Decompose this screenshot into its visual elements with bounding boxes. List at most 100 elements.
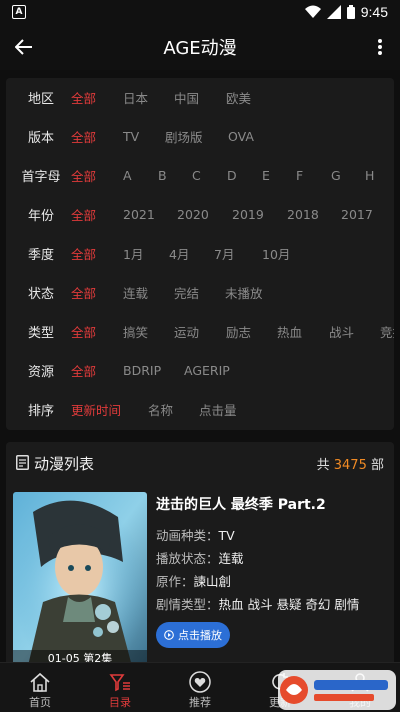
notification-a-icon: A [12, 5, 26, 19]
filter-label: 地区 [27, 92, 54, 107]
filter-list-icon [108, 671, 132, 693]
more-vertical-icon [378, 39, 382, 55]
signal-icon [326, 5, 341, 19]
filter-option[interactable]: OVA [228, 129, 254, 144]
filter-label: 季度 [27, 248, 54, 263]
filter-option[interactable]: 全部 [71, 166, 96, 185]
filter-option[interactable]: 励志 [226, 322, 251, 341]
filter-option[interactable]: 全部 [71, 88, 96, 107]
app-bar: AGE动漫 [0, 24, 400, 70]
play-button[interactable]: 点击播放 [156, 622, 230, 648]
filter-option[interactable]: A [123, 168, 132, 183]
filter-row: 状态 全部 连载 完结 未播放 [6, 273, 394, 312]
filter-option[interactable]: 全部 [71, 322, 96, 341]
filter-option[interactable]: H [365, 168, 374, 183]
filter-option[interactable]: 2020 [177, 207, 209, 222]
more-options-button[interactable] [370, 34, 390, 60]
filter-option[interactable]: B [158, 168, 167, 183]
filter-option[interactable]: 2018 [287, 207, 319, 222]
filter-row: 版本 全部 TV 剧场版 OVA [6, 117, 394, 156]
count-prefix: 共 [316, 458, 330, 473]
filter-option[interactable]: 剧场版 [165, 127, 203, 146]
filter-option[interactable]: 战斗 [329, 322, 354, 341]
filter-option[interactable]: 全部 [71, 283, 96, 302]
count-number: 3475 [333, 458, 367, 473]
back-button[interactable] [0, 24, 48, 70]
filter-option[interactable]: 10月 [262, 244, 290, 263]
anime-poster[interactable]: 01-05 第2集 [13, 492, 147, 670]
clock-time: 9:45 [360, 4, 388, 20]
filter-option[interactable]: 欧美 [226, 88, 251, 107]
meta-row-original: 原作：諫山創 [156, 571, 231, 590]
filter-option[interactable]: F [296, 168, 303, 183]
filter-option[interactable]: C [192, 168, 201, 183]
filter-option[interactable]: 2021 [123, 207, 155, 222]
play-button-label: 点击播放 [178, 629, 222, 642]
filter-row: 类型 全部 搞笑 运动 励志 热血 战斗 竞技 [6, 312, 394, 351]
filter-option[interactable]: 2017 [341, 207, 373, 222]
filter-option[interactable]: 竞技 [380, 322, 394, 341]
filter-row: 年份 全部 2021 2020 2019 2018 2017 [6, 195, 394, 234]
meta-row-genre: 剧情类型：热血 战斗 悬疑 奇幻 剧情 [156, 594, 359, 613]
filter-option[interactable]: 名称 [148, 400, 173, 419]
filter-option[interactable]: 完结 [174, 283, 199, 302]
filter-option[interactable]: G [331, 168, 341, 183]
filter-option[interactable]: 7月 [214, 244, 234, 263]
filter-label: 排序 [27, 404, 54, 419]
filter-option[interactable]: 全部 [71, 127, 96, 146]
watermark-logo [270, 664, 400, 712]
document-list-icon [16, 455, 29, 470]
filter-option[interactable]: 运动 [174, 322, 199, 341]
play-circle-icon [164, 630, 174, 640]
wifi-icon [304, 5, 321, 18]
filter-option[interactable]: 1月 [123, 244, 143, 263]
filter-option[interactable]: 搞笑 [123, 322, 148, 341]
filter-option[interactable]: 2019 [232, 207, 264, 222]
tab-filter-list[interactable]: 目录 [80, 663, 160, 712]
meta-value: 连载 [218, 551, 244, 566]
filter-option[interactable]: 连载 [123, 283, 148, 302]
filter-row: 季度 全部 1月 4月 7月 10月 [6, 234, 394, 273]
filter-option[interactable]: 日本 [123, 88, 148, 107]
filter-option[interactable]: AGERIP [184, 363, 230, 378]
filter-label: 类型 [27, 326, 54, 341]
tab-home[interactable]: 首页 [0, 663, 80, 712]
poster-image [13, 492, 147, 670]
filter-option[interactable]: BDRIP [123, 363, 161, 378]
filter-option[interactable]: 热血 [277, 322, 302, 341]
filter-option[interactable]: 全部 [71, 244, 96, 263]
filter-option[interactable]: 中国 [174, 88, 199, 107]
filter-option[interactable]: 4月 [169, 244, 189, 263]
filter-label: 年份 [27, 209, 54, 224]
filter-option[interactable]: 更新时间 [71, 400, 121, 419]
page-title: AGE动漫 [163, 38, 237, 59]
list-header: 动漫列表 共 3475 部 [6, 442, 394, 482]
filter-option[interactable]: 全部 [71, 205, 96, 224]
filter-option[interactable]: 点击量 [199, 400, 237, 419]
filter-option[interactable]: 全部 [71, 361, 96, 380]
meta-value: TV [218, 528, 235, 543]
filter-row: 排序 更新时间 名称 点击量 [6, 390, 394, 429]
meta-key: 播放状态： [156, 551, 219, 566]
filter-label: 版本 [27, 131, 54, 146]
meta-row-status: 播放状态：连载 [156, 548, 244, 567]
filter-row: 资源 全部 BDRIP AGERIP [6, 351, 394, 390]
filter-label: 资源 [27, 365, 54, 380]
filter-option[interactable]: D [227, 168, 237, 183]
filter-row: 地区 全部 日本 中国 欧美 [6, 78, 394, 117]
tab-heart[interactable]: 推荐 [160, 663, 240, 712]
meta-key: 剧情类型： [156, 597, 219, 612]
anime-title[interactable]: 进击的巨人 最终季 Part.2 [156, 494, 326, 514]
filter-option[interactable]: TV [123, 129, 139, 144]
tab-label: 目录 [109, 696, 131, 709]
filter-label: 状态 [27, 287, 54, 302]
battery-icon [346, 5, 355, 19]
anime-list-card: 动漫列表 共 3475 部 01-05 第2集 进击的巨人 最终季 Part.2… [6, 442, 394, 672]
count-suffix: 部 [370, 458, 384, 473]
status-bar: A 9:45 [0, 0, 400, 24]
tab-label: 推荐 [189, 696, 211, 709]
filter-option[interactable]: 未播放 [225, 283, 263, 302]
filter-panel: 地区 全部 日本 中国 欧美 版本 全部 TV 剧场版 OVA 首字母 全部 A B C D E F G H 年份 全部 2… [6, 78, 394, 430]
filter-option[interactable]: E [262, 168, 270, 183]
filter-label: 首字母 [21, 170, 61, 185]
